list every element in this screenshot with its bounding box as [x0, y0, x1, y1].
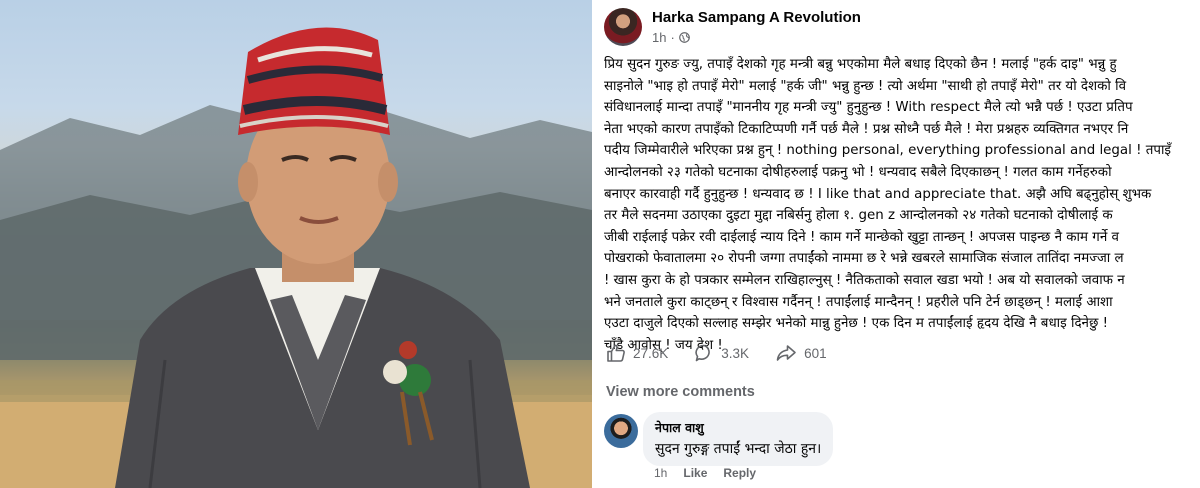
- comment-button[interactable]: 3.3K: [694, 343, 749, 363]
- comment-actions: 1h Like Reply: [654, 466, 756, 480]
- author-name[interactable]: Harka Sampang A Revolution: [652, 9, 861, 26]
- post-line: भने जनताले कुरा काट्छन् र विश्वास गर्दैन…: [604, 294, 1113, 310]
- thumbs-up-icon: [607, 344, 625, 362]
- comment-count: 3.3K: [721, 345, 750, 361]
- facebook-post: Harka Sampang A Revolution 1h · प्रिय सु…: [592, 0, 1200, 488]
- commenter-name[interactable]: नेपाल वाशु: [655, 419, 821, 436]
- comment-text: सुदन गुरुङ्ग तपाईं भन्दा जेठा हुन।: [655, 441, 822, 457]
- comment-bubble: नेपाल वाशु सुदन गुरुङ्ग तपाईं भन्दा जेठा…: [643, 412, 834, 466]
- post-line: तर मैले सदनमा उठाएका दुइटा मुद्दा नबिर्स…: [604, 208, 1113, 224]
- view-more-comments-link[interactable]: View more comments: [606, 384, 755, 400]
- post-line: संविधानलाई मान्दा तपाइँ "माननीय गृह मन्त…: [604, 100, 1133, 116]
- like-button[interactable]: 27.6K: [606, 343, 668, 363]
- like-count: 27.6K: [633, 345, 669, 361]
- comment-like-button[interactable]: Like: [683, 466, 707, 480]
- engagement-bar: 27.6K 3.3K 601: [606, 343, 853, 363]
- post-line: पदीय जिम्मेवारीले भरिएका प्रश्न हुन् ! n…: [604, 143, 1171, 159]
- comment-time[interactable]: 1h: [654, 466, 667, 480]
- post-line: नेता भएको कारण तपाइँको टिकाटिप्पणी गर्नै…: [604, 121, 1129, 137]
- post-line: पोखराको फेवातालमा २० रोपनी जग्गा तपाईंको…: [604, 251, 1124, 267]
- post-line: ! खास कुरा के हो पत्रकार सम्मेलन राखिहाल…: [604, 272, 1125, 288]
- share-button[interactable]: 601: [775, 343, 827, 363]
- share-count: 601: [804, 345, 827, 361]
- commenter-avatar[interactable]: [604, 414, 638, 448]
- globe-icon[interactable]: [678, 32, 690, 43]
- post-line: प्रिय सुदन गुरुङ ज्यु, तपाइँ देशको गृह म…: [604, 57, 1117, 72]
- comment-icon: [695, 344, 711, 362]
- portrait-illustration: [0, 27, 592, 488]
- post-time[interactable]: 1h: [652, 30, 666, 45]
- share-icon: [776, 345, 796, 361]
- post-body: प्रिय सुदन गुरुङ ज्यु, तपाइँ देशको गृह म…: [604, 54, 1200, 356]
- post-line: एउटा दाजुले दिएको सल्लाह सम्झेर भनेको मा…: [604, 316, 1108, 332]
- author-avatar[interactable]: [604, 8, 642, 46]
- post-line: बनाएर कारवाही गर्दै हुनुहुन्छ ! धन्यवाद …: [604, 186, 1152, 202]
- post-line: साइनोले "भाइ हो तपाइँ मेरो" मलाई "हर्क ज…: [604, 78, 1127, 94]
- post-photo[interactable]: [0, 0, 592, 488]
- post-line: जीबी राईलाई पक्रेर रवी दाईलाई न्याय दिने…: [604, 229, 1119, 245]
- comment-reply-button[interactable]: Reply: [723, 466, 756, 480]
- post-meta: 1h ·: [652, 30, 690, 45]
- post-line: आन्दोलनको २३ गतेको घटनाका दोषीहरुलाई पक्…: [604, 164, 1112, 180]
